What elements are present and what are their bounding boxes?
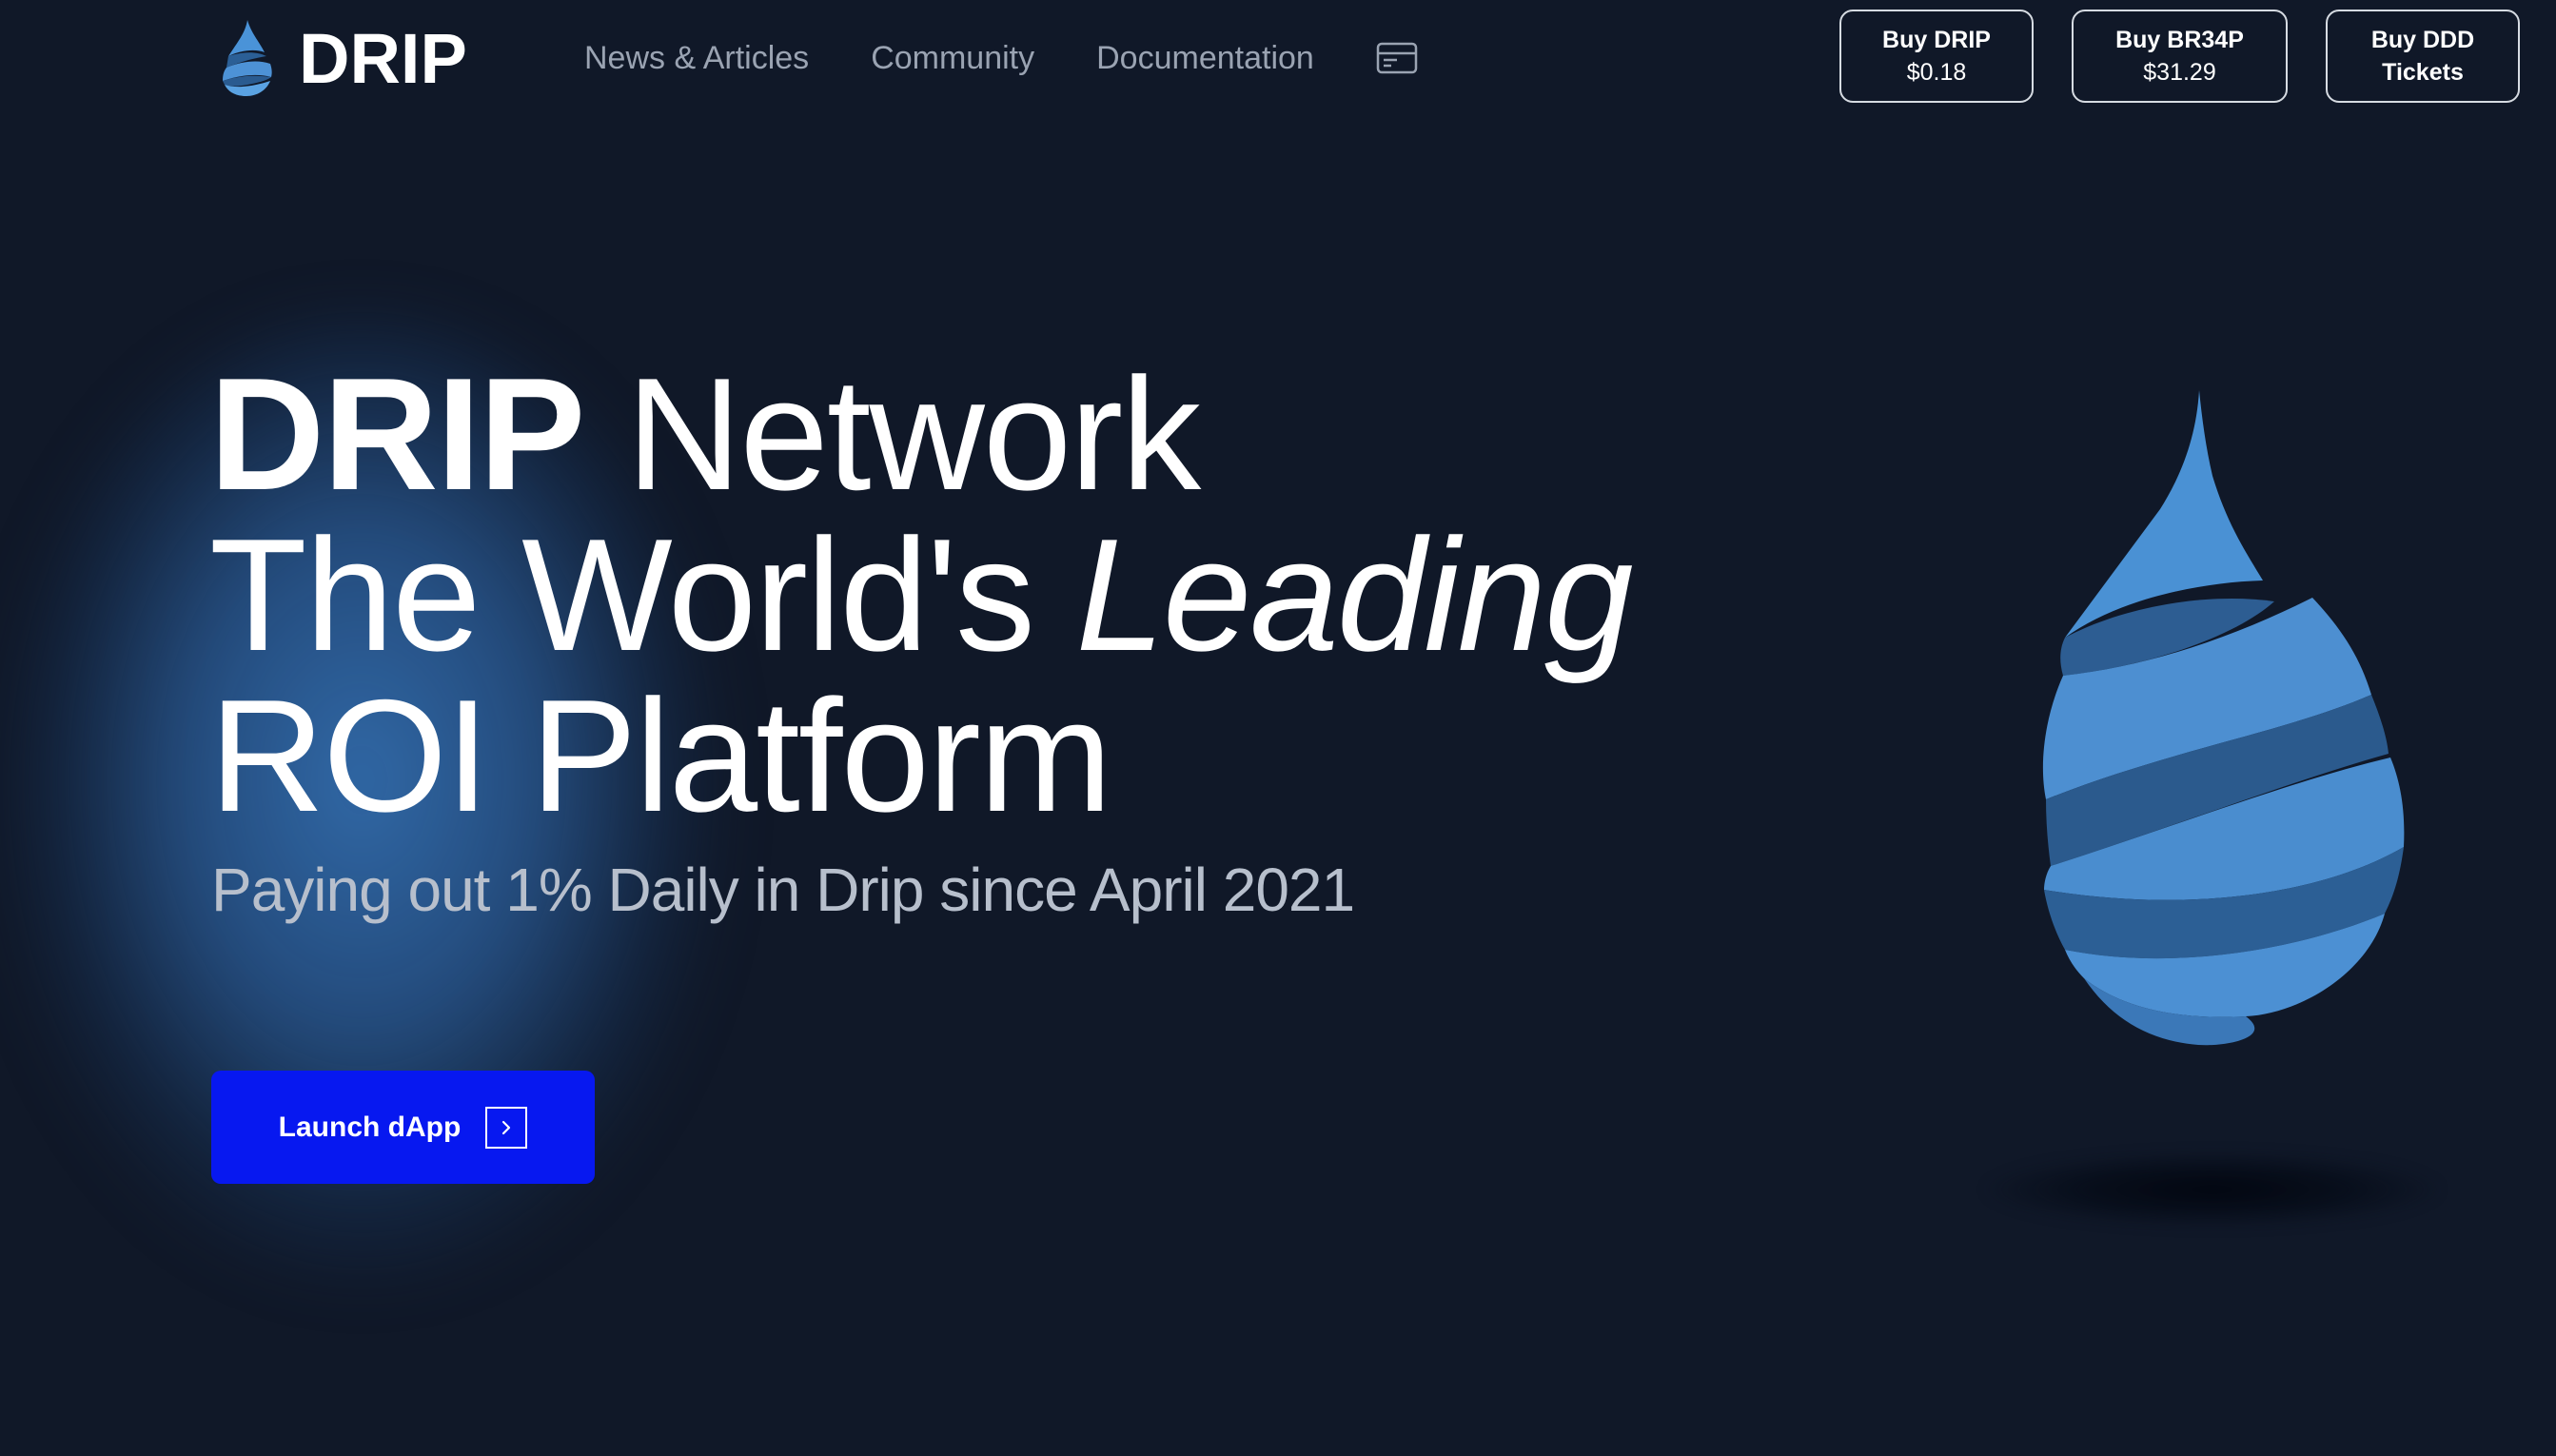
spiral-drop-illustration	[2042, 390, 2405, 1046]
buy-ddd-label: Buy DDD	[2370, 27, 2475, 53]
br34p-price: $31.29	[2143, 59, 2216, 86]
drop-shadow	[1984, 1151, 2441, 1228]
hero-title: DRIP Network The World's Leading ROI Pla…	[209, 354, 1634, 845]
brand-logo[interactable]: DRIP	[219, 17, 467, 99]
launch-dapp-label: Launch dApp	[278, 1111, 462, 1143]
hero-leading-word: Leading	[1075, 505, 1634, 684]
card-icon[interactable]	[1376, 42, 1418, 74]
drip-price: $0.18	[1906, 59, 1967, 86]
hero-line-3: ROI Platform	[209, 666, 1112, 845]
hero-worlds-text: The World's	[209, 505, 1035, 684]
buy-drip-label: Buy DRIP	[1882, 27, 1991, 53]
buy-drip-button[interactable]: Buy DRIP $0.18	[1839, 10, 2034, 103]
hero-line-2: The World's Leading	[209, 515, 1634, 676]
nav-link-documentation[interactable]: Documentation	[1096, 40, 1314, 77]
brand-name: DRIP	[299, 18, 467, 98]
hero-line-1: DRIP Network	[209, 354, 1632, 515]
launch-dapp-button[interactable]: Launch dApp	[211, 1071, 595, 1184]
hero-brand-word: DRIP	[209, 344, 585, 523]
chevron-right-icon	[485, 1106, 528, 1149]
buy-br34p-button[interactable]: Buy BR34P $31.29	[2072, 10, 2288, 103]
hero-subtitle: Paying out 1% Daily in Drip since April …	[211, 856, 1355, 924]
main-nav: News & Articles Community Documentation	[584, 29, 1418, 88]
nav-link-news-articles[interactable]: News & Articles	[584, 40, 809, 77]
buy-ddd-tickets-button[interactable]: Buy DDD Tickets	[2326, 10, 2520, 103]
nav-link-community[interactable]: Community	[871, 40, 1034, 77]
tickets-label: Tickets	[2382, 59, 2464, 86]
spiral-drop-icon	[223, 20, 272, 96]
buy-br34p-label: Buy BR34P	[2115, 27, 2244, 53]
hero-network-word: Network	[626, 344, 1201, 523]
